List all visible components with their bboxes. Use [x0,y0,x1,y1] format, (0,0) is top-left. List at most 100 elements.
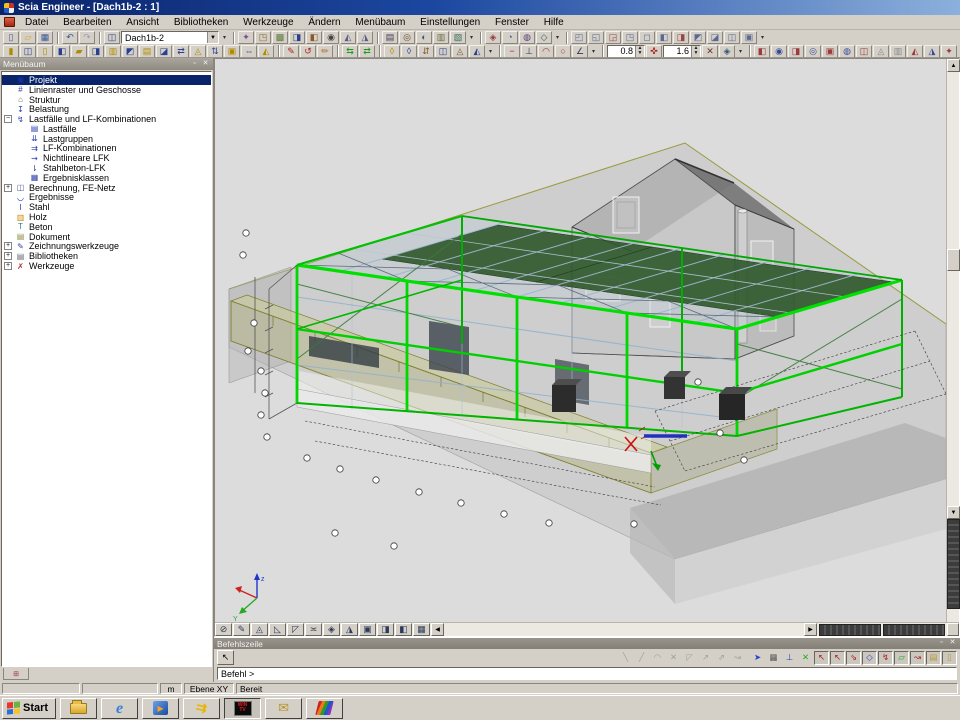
cascade-windows-button[interactable]: ◱ [588,31,604,44]
taskbar-quick-arrows[interactable]: ⇉ [183,698,220,719]
minimize-window-button[interactable]: ◪ [707,31,723,44]
spinner-arrows-icon[interactable]: ▲▼ [635,46,644,57]
rotate-button[interactable]: ↺ [300,45,316,58]
tree-item[interactable]: ▥ Holz [2,212,211,222]
new-file-button[interactable]: ▯ [3,31,19,44]
activity-toggle-9[interactable]: ▥ [890,45,906,58]
tree-item[interactable]: ⇉ LF-Kombinationen [2,144,211,154]
activity-toggle-12[interactable]: ✦ [941,45,957,58]
render-settings-button[interactable]: ◨ [377,623,394,636]
tree-item[interactable]: ◡ Ergebnisse [2,193,211,203]
tools-menu[interactable]: ▾ [553,31,562,44]
render-button[interactable]: ◉ [323,31,339,44]
tree-item[interactable]: ▤ Lastfälle [2,124,211,134]
tree-expand-toggle[interactable]: + [4,262,12,270]
beam-tool-1[interactable]: ▮ [3,45,19,58]
tree-item[interactable]: # Linienraster und Geschosse [2,85,211,95]
project-selector-options[interactable]: ▾ [220,31,229,44]
scale-menu[interactable]: ▾ [736,45,745,58]
menu-item[interactable]: Datei [19,16,54,29]
tree-expand-toggle[interactable]: + [4,252,12,260]
snap-midpoint-button[interactable]: ↖ [830,651,845,665]
dim-arc-button[interactable]: ◠ [538,45,554,58]
split-window-button[interactable]: ◧ [656,31,672,44]
view-y-button[interactable]: ▦ [413,623,430,636]
undo-button[interactable]: ↶ [62,31,78,44]
beam-tool-10[interactable]: ◪ [156,45,172,58]
activity-toggle-11[interactable]: ◮ [924,45,940,58]
project-selector[interactable]: Dach1b-2▼ [121,31,219,44]
tree-item[interactable]: ↧ Belastung [2,104,211,114]
mdi-document-icon[interactable] [4,17,15,27]
dimension-style-button[interactable]: ✜ [646,45,662,58]
arrange-icons-button[interactable]: ◻ [639,31,655,44]
selection-cursor-button[interactable]: ↖ [217,650,234,665]
snap-endpoint-button[interactable]: ↖ [814,651,829,665]
shading-off-button[interactable]: ⊘ [215,623,232,636]
horizontal-scrollbar-thumb[interactable] [819,624,881,636]
tree-item[interactable]: ⌂ Struktur [2,95,211,105]
taskbar-outlook[interactable]: ✉ [265,698,302,719]
vertical-scrollbar-dark-thumb[interactable] [947,519,960,609]
array-button[interactable]: ◫ [435,45,451,58]
view-x-button[interactable]: ◧ [395,623,412,636]
dim-circle-button[interactable]: ○ [555,45,571,58]
taskbar-scia-engineer[interactable] [306,698,343,719]
dim-line-button[interactable]: − [504,45,520,58]
dim-angle-button[interactable]: ∠ [572,45,588,58]
grid-toggle-button[interactable]: ▣ [359,623,376,636]
snap-close-button[interactable]: ✕ [666,651,681,665]
modify-button[interactable]: ✏ [317,45,333,58]
document-view-button[interactable]: ▧ [450,31,466,44]
beam-tool-7[interactable]: ▥ [105,45,121,58]
taskbar-wintv[interactable]: WIN TV [224,698,261,719]
close-icon[interactable]: ✕ [948,639,957,648]
tree-item[interactable]: ▦ Ergebnisklassen [2,173,211,183]
snap-node-button[interactable]: ◸ [682,651,697,665]
snap-line-button[interactable]: ╲ [618,651,633,665]
copy-view-button[interactable]: ✦ [238,31,254,44]
beam-tool-3[interactable]: ▯ [37,45,53,58]
tree-item[interactable]: + ✎ Zeichnungswerkzeuge [2,242,211,252]
menubaum-panel-header[interactable]: Menübaum ▫ ✕ [0,58,213,70]
beam-tool-5[interactable]: ▰ [71,45,87,58]
print-button[interactable]: ▤ [382,31,398,44]
chevron-down-icon[interactable]: ▼ [207,32,218,43]
menu-item[interactable]: Werkzeuge [237,16,299,29]
snap-step-spinner[interactable]: 0.8▲▼ [607,45,645,58]
tree-item[interactable]: + ✗ Werkzeuge [2,261,211,271]
disconnect-nodes-button[interactable]: ⇄ [359,45,375,58]
activity-toggle-4[interactable]: ◎ [805,45,821,58]
compare-button[interactable]: ✕ [702,45,718,58]
3d-model-canvas[interactable]: z Y [215,59,946,622]
snap-corner-button[interactable]: ⇗ [714,651,729,665]
info-button[interactable]: ◍ [519,31,535,44]
loads-toggle-button[interactable]: ◈ [323,623,340,636]
close-all-windows-button[interactable]: ◰ [571,31,587,44]
activity-toggle-7[interactable]: ◫ [856,45,872,58]
beam-tool-4[interactable]: ◧ [54,45,70,58]
start-button[interactable]: Start [2,698,56,719]
full-screen-button[interactable]: ▣ [741,31,757,44]
scroll-up-icon[interactable]: ▲ [947,59,960,72]
snap-points-button[interactable]: ✕ [798,651,813,665]
node-tool-6[interactable]: ◭ [258,45,274,58]
labels-toggle-button[interactable]: ◮ [341,623,358,636]
image-button[interactable]: ▩ [272,31,288,44]
snap-arc-center-button[interactable]: ↝ [910,651,925,665]
clipboard-button[interactable]: ◧ [306,31,322,44]
activity-toggle-5[interactable]: ▣ [822,45,838,58]
sections-button[interactable]: ◸ [287,623,304,636]
scroll-down-icon[interactable]: ▼ [947,506,960,519]
view-left-button[interactable]: ◭ [340,31,356,44]
tree-item[interactable]: ▣ Projekt [2,75,211,85]
node-tool-3[interactable]: ⇅ [207,45,223,58]
activity-toggle-8[interactable]: ◬ [873,45,889,58]
snap-arc-button[interactable]: ◠ [650,651,665,665]
options-button[interactable]: ◇ [536,31,552,44]
scale-button[interactable]: ◬ [452,45,468,58]
node-tool-1[interactable]: ⇄ [173,45,189,58]
copy-button[interactable]: ◊ [401,45,417,58]
menu-item[interactable]: Ändern [302,16,346,29]
activity-toggle-6[interactable]: ◍ [839,45,855,58]
